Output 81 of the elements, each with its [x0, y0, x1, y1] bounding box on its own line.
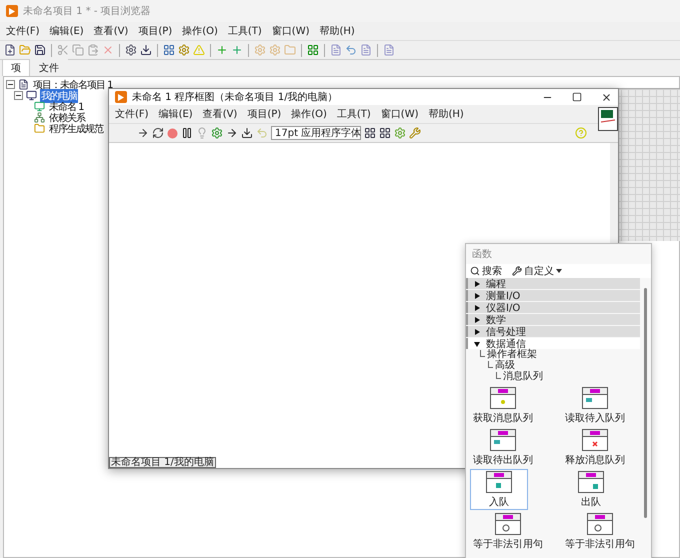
menu-item[interactable]: 项目(P)	[138, 24, 172, 38]
tree-item[interactable]: 未命名 1	[48, 100, 85, 114]
function-item[interactable]: 出队	[562, 469, 620, 510]
maximize-icon[interactable]	[572, 92, 582, 102]
palette-path-item[interactable]: 消息队列	[503, 369, 543, 383]
queue-function-icon	[578, 470, 604, 492]
queue-function-icon	[582, 386, 608, 408]
palette-path-item[interactable]: 高级	[495, 358, 515, 372]
queue-function-icon	[587, 512, 613, 534]
download-icon[interactable]	[140, 44, 152, 56]
run-continuously-icon[interactable]	[152, 127, 164, 139]
palette-category[interactable]: 仪器I/O	[466, 302, 640, 313]
menu-item[interactable]: 操作(O)	[182, 24, 218, 38]
window-title: 未命名 1 程序框图（未命名项目 1/我的电脑）	[132, 90, 338, 104]
tree-item[interactable]: 项目：未命名项目 1	[32, 78, 114, 92]
document-icon[interactable]	[18, 79, 29, 90]
save-icon[interactable]	[34, 44, 46, 56]
menu-item[interactable]: 查看(V)	[94, 24, 128, 38]
menu-item[interactable]: 操作(O)	[291, 107, 327, 121]
run-arrow-icon[interactable]	[137, 127, 149, 139]
palette-category[interactable]: 信号处理	[466, 326, 640, 337]
function-item[interactable]: 获取消息队列	[470, 385, 536, 426]
queue-function-icon	[486, 470, 512, 492]
menu-item[interactable]: 工具(T)	[336, 107, 371, 121]
palette-category[interactable]: 编程	[466, 278, 640, 289]
folder-icon[interactable]	[34, 123, 45, 134]
tree-item[interactable]: 依赖关系	[48, 110, 86, 124]
undo-icon[interactable]	[345, 44, 357, 56]
function-item[interactable]: 等于非法引用句	[562, 511, 638, 552]
copy-icon[interactable]	[72, 44, 84, 56]
expander-icon[interactable]	[6, 80, 15, 89]
menu-item[interactable]: 窗口(W)	[380, 107, 418, 121]
menu-item[interactable]: 项目(P)	[247, 107, 282, 121]
function-item[interactable]: 读取待出队列	[470, 427, 536, 468]
pause-icon[interactable]	[181, 127, 193, 139]
delete-icon[interactable]	[102, 44, 114, 56]
app-logo-icon	[6, 5, 18, 17]
window-title: 未命名项目 1 * - 项目浏览器	[23, 4, 151, 18]
menu-item[interactable]: 编辑(E)	[50, 24, 84, 38]
queue-function-icon	[495, 512, 521, 534]
wrench-icon	[512, 266, 522, 276]
function-item[interactable]: 释放消息队列	[562, 427, 628, 468]
new-file-icon[interactable]	[4, 44, 16, 56]
font-select[interactable]: 17pt 应用程序字体	[271, 126, 361, 140]
menu-item[interactable]: 文件(F)	[6, 24, 40, 38]
queue-function-icon	[490, 428, 516, 450]
close-icon[interactable]	[601, 92, 612, 102]
grid-icon[interactable]	[163, 44, 175, 56]
customize-button[interactable]: 自定义	[512, 264, 562, 278]
palette-title: 函数	[472, 248, 492, 261]
monitor-icon[interactable]	[26, 90, 37, 101]
menu-item[interactable]: 帮助(H)	[428, 107, 464, 121]
palette-category[interactable]: 数据通信	[466, 338, 640, 349]
menu-item[interactable]: 编辑(E)	[158, 107, 193, 121]
tree-item[interactable]: 我的电脑	[40, 88, 78, 102]
expander-icon[interactable]	[14, 91, 23, 100]
abort-icon[interactable]	[167, 128, 178, 138]
tab[interactable]: 项	[2, 59, 30, 76]
function-item[interactable]: 入队	[470, 469, 528, 510]
palette-path-item[interactable]: 操作者框架	[487, 347, 537, 361]
add-icon[interactable]	[216, 44, 228, 56]
caret-icon	[556, 269, 562, 273]
paste-icon[interactable]	[87, 44, 99, 56]
gear-icon[interactable]	[125, 44, 137, 56]
menu-item[interactable]: 工具(T)	[228, 24, 262, 38]
function-item[interactable]: 等于非法引用句	[470, 511, 546, 552]
menu-item[interactable]: 窗口(W)	[272, 24, 310, 38]
network-icon[interactable]	[34, 112, 45, 123]
function-item[interactable]: 读取待入队列	[562, 385, 628, 426]
menu-item[interactable]: 帮助(H)	[320, 24, 355, 38]
palette-category[interactable]: 测量I/O	[466, 290, 640, 301]
status-bar: 未命名项目 1/我的电脑	[109, 457, 216, 468]
search-button[interactable]: 搜索	[470, 264, 502, 278]
palette-category[interactable]: 数学	[466, 314, 640, 325]
search-icon	[470, 266, 480, 276]
queue-function-icon	[582, 428, 608, 450]
queue-function-icon	[490, 386, 516, 408]
tree-item[interactable]: 程序生成规范	[48, 122, 104, 136]
menu-item[interactable]: 文件(F)	[115, 107, 149, 121]
scissors-icon[interactable]	[57, 44, 69, 56]
menu-item[interactable]: 查看(V)	[202, 107, 238, 121]
